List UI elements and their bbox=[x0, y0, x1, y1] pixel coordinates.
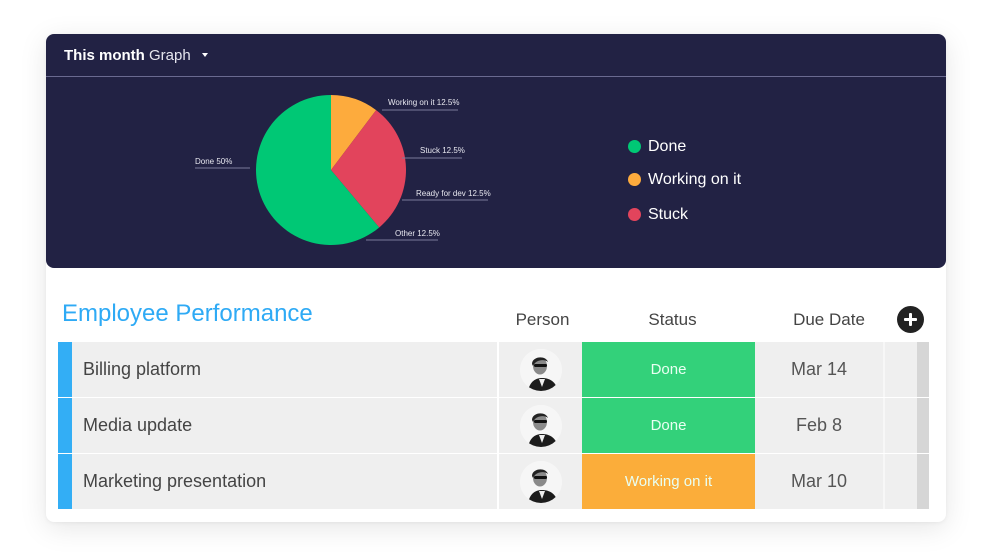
table-row[interactable]: Marketing presentation Working on it Mar… bbox=[58, 454, 934, 509]
column-header-person[interactable]: Person bbox=[505, 310, 580, 330]
add-column-button[interactable] bbox=[897, 306, 924, 333]
person-photo-icon bbox=[519, 460, 562, 503]
legend-label: Working on it bbox=[648, 170, 742, 188]
empty-cell bbox=[885, 342, 917, 397]
board-title[interactable]: Employee Performance bbox=[62, 300, 313, 328]
row-scrollbar[interactable] bbox=[917, 454, 929, 509]
table-row[interactable]: Billing platform Done Mar 14 bbox=[58, 342, 934, 397]
avatar bbox=[519, 348, 562, 391]
pie-label-other: Other 12.5% bbox=[395, 229, 440, 238]
task-table: Billing platform Done Mar 14 Media updat… bbox=[58, 342, 934, 510]
due-date[interactable]: Mar 10 bbox=[755, 454, 885, 509]
person-cell[interactable] bbox=[499, 398, 582, 453]
task-name[interactable]: Marketing presentation bbox=[72, 454, 497, 509]
legend-label: Done bbox=[648, 137, 687, 155]
column-header-due-date[interactable]: Due Date bbox=[764, 310, 894, 330]
avatar bbox=[519, 404, 562, 447]
pie-label-stuck: Stuck 12.5% bbox=[420, 146, 465, 155]
due-date[interactable]: Mar 14 bbox=[755, 342, 885, 397]
person-cell[interactable] bbox=[499, 342, 582, 397]
legend-dot-icon bbox=[628, 208, 641, 221]
legend-item-stuck[interactable]: Stuck bbox=[628, 198, 741, 231]
person-photo-icon bbox=[519, 348, 562, 391]
due-date[interactable]: Feb 8 bbox=[755, 398, 885, 453]
chart-legend: Done Working on it Stuck bbox=[628, 130, 741, 231]
status-badge[interactable]: Done bbox=[582, 342, 755, 397]
status-badge[interactable]: Done bbox=[582, 398, 755, 453]
task-name[interactable]: Billing platform bbox=[72, 342, 497, 397]
legend-dot-icon bbox=[628, 173, 641, 186]
empty-cell bbox=[885, 454, 917, 509]
legend-label: Stuck bbox=[648, 205, 689, 223]
pie-label-done: Done 50% bbox=[195, 157, 232, 166]
dashboard-card: This month Graph Working on it 12.5% Stuc… bbox=[46, 34, 946, 522]
person-photo-icon bbox=[519, 404, 562, 447]
column-header-status[interactable]: Status bbox=[586, 310, 759, 330]
group-color-stripe bbox=[58, 454, 72, 509]
row-scrollbar[interactable] bbox=[917, 398, 929, 453]
legend-dot-icon bbox=[628, 140, 641, 153]
legend-item-done[interactable]: Done bbox=[628, 130, 741, 163]
graph-panel: This month Graph Working on it 12.5% Stuc… bbox=[46, 34, 946, 268]
person-cell[interactable] bbox=[499, 454, 582, 509]
pie-label-working-on-it: Working on it 12.5% bbox=[388, 98, 459, 107]
row-scrollbar[interactable] bbox=[917, 342, 929, 397]
empty-cell bbox=[885, 398, 917, 453]
legend-item-working-on-it[interactable]: Working on it bbox=[628, 163, 741, 196]
pie-chart: Working on it 12.5% Stuck 12.5% Ready for … bbox=[195, 95, 491, 245]
group-color-stripe bbox=[58, 342, 72, 397]
group-color-stripe bbox=[58, 398, 72, 453]
pie-label-ready-for-dev: Ready for dev 12.5% bbox=[416, 189, 491, 198]
status-badge[interactable]: Working on it bbox=[582, 454, 755, 509]
table-row[interactable]: Media update Done Feb 8 bbox=[58, 398, 934, 453]
avatar bbox=[519, 460, 562, 503]
task-name[interactable]: Media update bbox=[72, 398, 497, 453]
